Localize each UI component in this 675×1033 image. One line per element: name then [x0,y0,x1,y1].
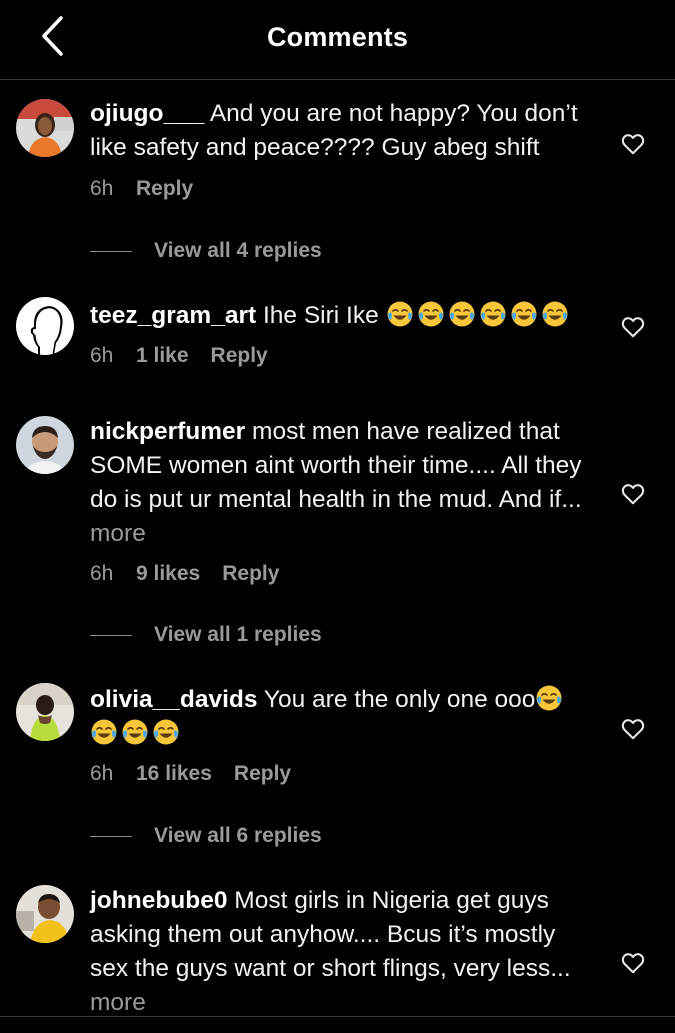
view-replies-button[interactable]: View all 4 replies [90,236,322,266]
bottom-divider [0,1016,675,1017]
avatar-silhouette-icon [16,297,74,355]
comment-meta: 6h 16 likes Reply [90,760,291,788]
avatar[interactable] [16,416,74,474]
avatar-photo-icon [16,683,74,741]
heart-icon [621,484,645,505]
comment-body: You are the only one ooo [263,686,536,713]
heart-icon [621,317,645,338]
like-count[interactable]: 16 likes [136,762,212,785]
comment-text: ojiugo___ And you are not happy? You don… [90,97,595,165]
reply-button[interactable]: Reply [211,344,268,367]
reply-button[interactable]: Reply [222,562,279,585]
comment-meta: 6h Reply [90,175,193,203]
avatar-photo-icon [16,416,74,474]
view-replies-label: View all 4 replies [154,239,322,262]
comment-username[interactable]: ojiugo___ [90,100,204,127]
divider-line [90,250,132,252]
comment-username[interactable]: teez_gram_art [90,302,256,329]
divider-line [90,835,132,837]
view-replies-button[interactable]: View all 1 replies [90,620,322,650]
like-button[interactable] [620,131,646,157]
reply-button[interactable]: Reply [136,177,193,200]
like-button[interactable] [620,950,646,976]
comment-text: olivia__davids You are the only one ooo [90,683,595,751]
heart-icon [621,134,645,155]
tears-of-joy-emoji-icon [417,300,445,328]
header: Comments [0,0,675,80]
like-button[interactable] [620,716,646,742]
like-button[interactable] [620,481,646,507]
like-count[interactable]: 1 like [136,344,189,367]
avatar[interactable] [16,885,74,943]
like-count[interactable]: 9 likes [136,562,200,585]
comment-meta: 6h 9 likes Reply [90,560,279,588]
comment-time: 6h [90,562,114,585]
comment-text: teez_gram_art Ihe Siri Ike [90,299,595,333]
heart-icon [621,719,645,740]
reply-button[interactable]: Reply [234,762,291,785]
avatar[interactable] [16,683,74,741]
comment-meta: 6h 1 like Reply [90,342,268,370]
emoji-group [386,300,572,329]
tears-of-joy-emoji-icon [479,300,507,328]
divider-line [90,634,132,636]
view-replies-label: View all 6 replies [154,824,322,847]
like-button[interactable] [620,314,646,340]
comment-time: 6h [90,762,114,785]
view-replies-button[interactable]: View all 6 replies [90,821,322,851]
comment-body: Ihe Siri Ike [262,302,379,329]
tears-of-joy-emoji-icon [121,718,149,746]
comment-username[interactable]: johnebube0 [90,887,227,914]
avatar[interactable] [16,99,74,157]
avatar-photo-icon [16,99,74,157]
tears-of-joy-emoji-icon [448,300,476,328]
tears-of-joy-emoji-icon [541,300,569,328]
comment-text: johnebube0 Most girls in Nigeria get guy… [90,884,595,1020]
tears-of-joy-emoji-icon [386,300,414,328]
tears-of-joy-emoji-icon [510,300,538,328]
tears-of-joy-emoji-icon [152,718,180,746]
comment-username[interactable]: olivia__davids [90,686,258,713]
avatar-photo-icon [16,885,74,943]
avatar[interactable] [16,297,74,355]
view-replies-label: View all 1 replies [154,623,322,646]
comment-time: 6h [90,177,114,200]
page-title: Comments [266,22,409,52]
comment-text: nickperfumer most men have realized that… [90,415,595,551]
tears-of-joy-emoji-icon [90,718,118,746]
comment-username[interactable]: nickperfumer [90,418,245,445]
comment-time: 6h [90,344,114,367]
more-link[interactable]: more [90,520,146,547]
tears-of-joy-emoji-icon [535,684,563,712]
heart-icon [621,953,645,974]
more-link[interactable]: more [90,989,146,1016]
